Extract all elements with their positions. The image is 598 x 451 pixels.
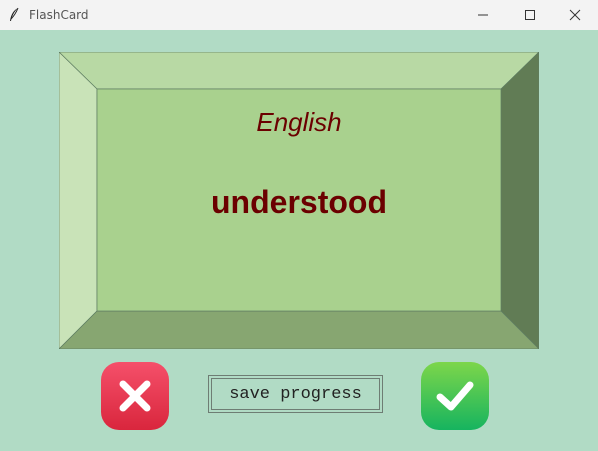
maximize-button[interactable] — [507, 0, 553, 30]
feather-icon — [10, 7, 19, 21]
wrong-button[interactable] — [101, 362, 169, 430]
card-language: English — [256, 107, 342, 137]
cross-icon — [119, 380, 151, 412]
close-icon — [569, 9, 581, 21]
minimize-icon — [478, 14, 488, 16]
save-progress-label: save progress — [211, 378, 380, 410]
card-word: understood — [211, 184, 387, 220]
close-button[interactable] — [552, 0, 598, 30]
save-progress-button[interactable]: save progress — [208, 375, 383, 413]
window-title: FlashCard — [29, 8, 89, 22]
minimize-button[interactable] — [460, 0, 506, 30]
right-button[interactable] — [421, 362, 489, 430]
maximize-icon — [525, 10, 535, 20]
checkmark-icon — [436, 381, 474, 411]
title-bar: FlashCard — [0, 0, 598, 30]
